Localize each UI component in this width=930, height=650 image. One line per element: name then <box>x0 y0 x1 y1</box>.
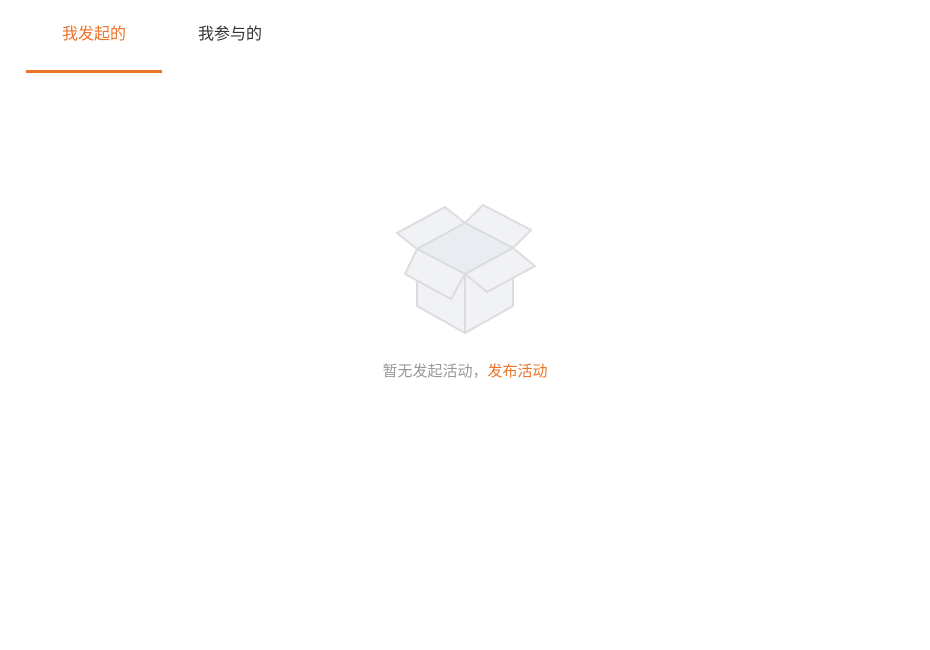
empty-message: 暂无发起活动，发布活动 <box>382 360 547 381</box>
tab-initiated[interactable]: 我发起的 <box>26 0 162 73</box>
open-box-icon <box>396 204 536 334</box>
page: 我发起的 我参与的 暂无发起活动，发布活动 <box>0 0 930 650</box>
empty-message-text: 暂无发起活动， <box>382 362 488 380</box>
tab-participated[interactable]: 我参与的 <box>162 0 298 73</box>
empty-state: 暂无发起活动，发布活动 <box>0 200 930 381</box>
tab-participated-label: 我参与的 <box>197 23 262 43</box>
tab-bar: 我发起的 我参与的 <box>26 0 298 73</box>
publish-activity-link[interactable]: 发布活动 <box>488 362 548 380</box>
tab-initiated-label: 我发起的 <box>61 23 126 43</box>
